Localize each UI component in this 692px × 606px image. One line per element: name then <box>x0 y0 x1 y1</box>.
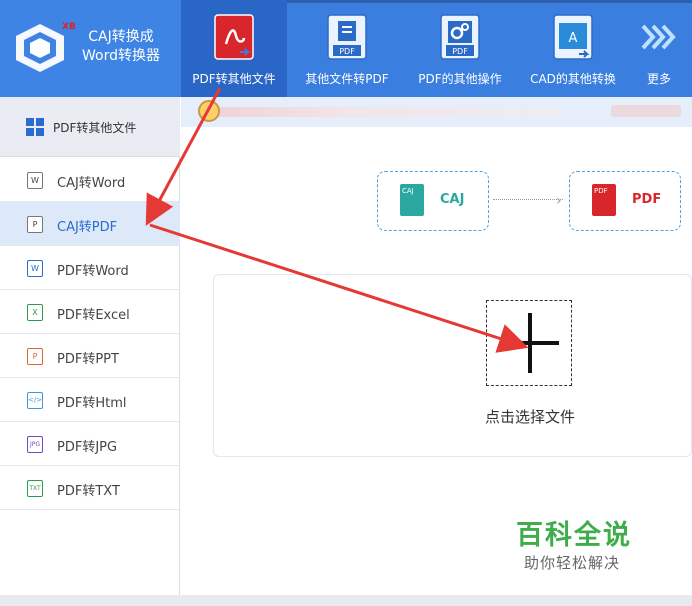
pdf-icon <box>214 14 254 60</box>
cube-logo-icon <box>16 24 64 72</box>
jpg-icon: JPG <box>27 436 43 453</box>
status-bar <box>0 595 692 606</box>
sidebar-item-label: PDF转Excel <box>57 308 130 323</box>
sidebar-header: PDF转其他文件 <box>0 97 180 157</box>
plus-icon-bar <box>501 341 559 345</box>
sidebar-item-pdf-excel[interactable]: X PDF转Excel <box>0 290 180 334</box>
badge-text: PDF <box>594 187 608 195</box>
sidebar-item-pdf-txt[interactable]: TXT PDF转TXT <box>0 466 180 510</box>
sidebar-item-label: PDF转JPG <box>57 440 118 455</box>
sidebar-item-pdf-jpg[interactable]: JPG PDF转JPG <box>0 422 180 466</box>
sidebar-item-label: CAJ转Word <box>57 176 126 191</box>
info-strip <box>181 97 692 127</box>
sidebar-item-label: PDF转PPT <box>57 352 119 367</box>
app-logo: XB CAJ转换成 Word转换器 <box>0 0 181 97</box>
svg-text:PDF: PDF <box>452 47 468 56</box>
watermark-subtitle: 助你轻松解决 <box>524 554 621 572</box>
word-icon: W <box>27 260 43 277</box>
toolbar-label: CAD的其他转换 <box>530 72 616 86</box>
toolbar-more[interactable]: 更多 <box>630 0 688 97</box>
toolbar-pdf-to-other[interactable]: PDF转其他文件 <box>181 0 287 97</box>
html-icon: </> <box>27 392 43 409</box>
cad-icon: A <box>553 14 593 60</box>
grid-icon <box>26 118 44 136</box>
app-title-line1: CAJ转换成 <box>88 29 154 45</box>
toolbar-other-to-pdf[interactable]: PDF 其他文件转PDF <box>293 0 401 97</box>
add-file-button[interactable] <box>486 300 572 386</box>
excel-icon: X <box>27 304 43 321</box>
sidebar-item-label: CAJ转PDF <box>57 220 118 235</box>
target-format-box: PDF PDF <box>569 171 681 231</box>
source-format-label: CAJ <box>440 192 465 207</box>
choose-file-label[interactable]: 点击选择文件 <box>440 406 620 427</box>
toolbar-label: 更多 <box>646 72 671 86</box>
toolbar-label: PDF转其他文件 <box>192 72 276 86</box>
toolbar-pdf-other-ops[interactable]: PDF PDF的其他操作 <box>405 0 515 97</box>
svg-text:A: A <box>569 31 578 46</box>
app-window: XB CAJ转换成 Word转换器 PDF转其他文件 PDF 其他文件转PDF … <box>0 0 692 606</box>
sidebar-item-caj-pdf[interactable]: P CAJ转PDF <box>0 202 180 246</box>
sidebar-item-pdf-html[interactable]: </> PDF转Html <box>0 378 180 422</box>
mascot-icon <box>198 100 220 122</box>
caj-word-icon: W <box>27 172 43 189</box>
sidebar-item-label: PDF转Html <box>57 396 127 411</box>
caj-pdf-icon: P <box>27 216 43 233</box>
toolbar-cad-conversion[interactable]: A CAD的其他转换 <box>519 0 627 97</box>
file-drop-area[interactable] <box>213 274 692 457</box>
caj-file-icon: CAJ <box>400 184 424 216</box>
sidebar-item-pdf-ppt[interactable]: P PDF转PPT <box>0 334 180 378</box>
badge-text: CAJ <box>402 187 414 195</box>
document-icon: PDF <box>327 14 367 60</box>
sidebar-header-label: PDF转其他文件 <box>53 121 137 135</box>
watermark-title: 百科全说 <box>516 520 632 551</box>
top-toolbar: XB CAJ转换成 Word转换器 PDF转其他文件 PDF 其他文件转PDF … <box>0 0 692 97</box>
arrow-right-icon: › <box>556 193 562 209</box>
sidebar: PDF转其他文件 W CAJ转Word P CAJ转PDF W PDF转Word… <box>0 97 180 595</box>
target-format-label: PDF <box>632 192 662 207</box>
gears-icon: PDF <box>440 14 480 60</box>
sidebar-item-pdf-word[interactable]: W PDF转Word <box>0 246 180 290</box>
sidebar-item-label: PDF转Word <box>57 264 129 279</box>
svg-text:PDF: PDF <box>339 47 355 56</box>
app-title: CAJ转换成 Word转换器 <box>72 28 170 66</box>
txt-icon: TXT <box>27 480 43 497</box>
app-title-line2: Word转换器 <box>82 48 160 64</box>
source-format-box: CAJ CAJ <box>377 171 489 231</box>
conversion-arrow <box>493 199 563 201</box>
toolbar-label: PDF的其他操作 <box>418 72 502 86</box>
blurred-text <box>199 107 559 117</box>
chevrons-right-icon <box>641 24 676 50</box>
blurred-text <box>611 105 681 117</box>
sidebar-item-label: PDF转TXT <box>57 484 120 499</box>
sidebar-item-caj-word[interactable]: W CAJ转Word <box>0 158 180 202</box>
ppt-icon: P <box>27 348 43 365</box>
pdf-file-icon: PDF <box>592 184 616 216</box>
toolbar-label: 其他文件转PDF <box>305 72 389 86</box>
